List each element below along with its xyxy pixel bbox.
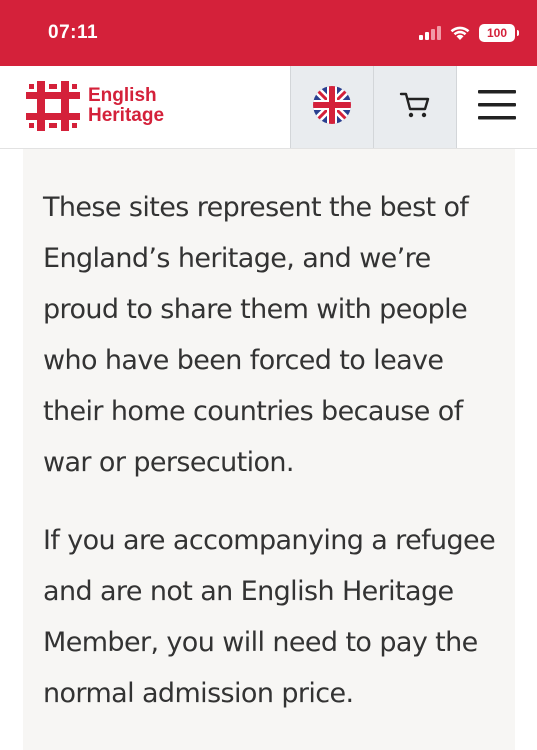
status-icons: 100 [419,20,519,46]
status-time: 07:11 [48,22,99,43]
uk-flag-icon [312,85,352,130]
logo-text: English Heritage [88,86,164,126]
wifi-icon [449,25,471,41]
language-button[interactable] [290,66,373,148]
logo-line2: Heritage [88,105,165,126]
signal-icon [419,26,441,40]
logo-mark-icon [26,81,80,131]
intro-paragraph: These sites represent the best of Englan… [43,192,469,478]
battery-level: 100 [486,26,508,40]
battery-cap [517,30,519,36]
content-panel: These sites represent the best of Englan… [23,149,515,750]
battery-icon: 100 [479,24,519,42]
english-heritage-logo[interactable]: English Heritage [26,81,164,131]
status-bar: 07:11 100 [0,0,537,66]
admission-paragraph: If you are accompanying a refugee and ar… [43,525,496,709]
logo-line1: English [88,85,157,106]
menu-button[interactable] [456,66,537,148]
site-header: English Heritage [0,66,537,149]
cart-button[interactable] [373,66,457,148]
cart-icon [399,89,431,126]
menu-icon [477,89,516,126]
